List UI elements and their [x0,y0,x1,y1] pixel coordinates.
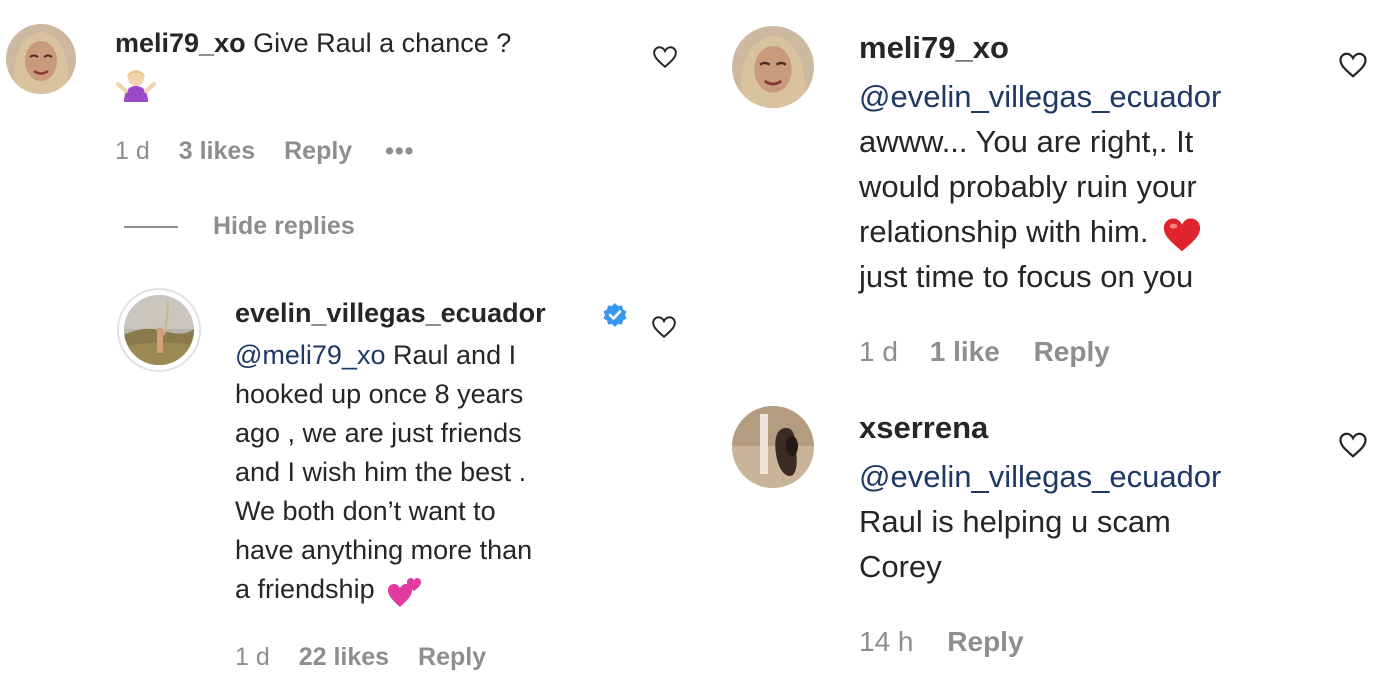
comment-username[interactable]: meli79_xo [859,30,1009,65]
like-heart-icon[interactable] [1338,50,1368,85]
likes-count[interactable]: 3 likes [179,137,255,165]
mention-link[interactable]: @evelin_villegas_ecuador [859,74,1221,119]
comment-username[interactable]: xserrena [859,410,988,445]
two-hearts-emoji [386,573,424,609]
comment-text: just time to focus on you [859,259,1194,294]
like-heart-icon[interactable] [652,44,678,75]
comment-text: Raul and I [393,340,517,370]
comment-text: hooked up once 8 years [235,379,524,409]
comment-text: a friendship [235,574,375,604]
avatar[interactable] [732,26,814,108]
comment-text: relationship with him. [859,214,1149,249]
person-shrugging-emoji [116,64,156,102]
comment-text: have anything more than [235,535,533,565]
comment-username[interactable]: evelin_villegas_ecuador [235,298,546,328]
more-options-button[interactable]: ••• [385,137,414,165]
comment-text: would probably ruin your [859,169,1197,204]
reply-button[interactable]: Reply [1034,336,1110,367]
avatar[interactable] [732,406,814,488]
reply-button[interactable]: Reply [284,137,352,165]
mention-link[interactable]: @meli79_xo [235,340,385,370]
avatar[interactable] [6,24,76,94]
comment-text: Give Raul a chance ? [253,28,512,58]
like-heart-icon[interactable] [1338,430,1368,465]
like-heart-icon[interactable] [651,314,677,345]
comment-text: and I wish him the best . [235,457,527,487]
comment-text: Corey [859,549,942,584]
comment-timestamp: 1 d [115,137,150,165]
likes-count[interactable]: 22 likes [299,643,389,671]
comment-text: awww... You are right,. It [859,124,1194,159]
comment-text: ago , we are just friends [235,418,522,448]
comment-timestamp: 1 d [235,643,270,671]
comment-username[interactable]: meli79_xo [115,28,246,58]
comment-timestamp: 1 d [859,336,898,367]
reply-button[interactable]: Reply [418,643,486,671]
verified-badge-icon [602,302,628,328]
replies-divider [124,226,178,228]
comment-text: We both don’t want to [235,496,496,526]
reply-button[interactable]: Reply [947,626,1023,657]
mention-link[interactable]: @evelin_villegas_ecuador [859,454,1221,499]
likes-count[interactable]: 1 like [930,336,1000,367]
hide-replies-button[interactable]: Hide replies [213,212,355,241]
comment-timestamp: 14 h [859,626,914,657]
avatar[interactable] [117,288,201,372]
comment-text: Raul is helping u scam [859,504,1171,539]
red-heart-emoji [1161,215,1203,253]
